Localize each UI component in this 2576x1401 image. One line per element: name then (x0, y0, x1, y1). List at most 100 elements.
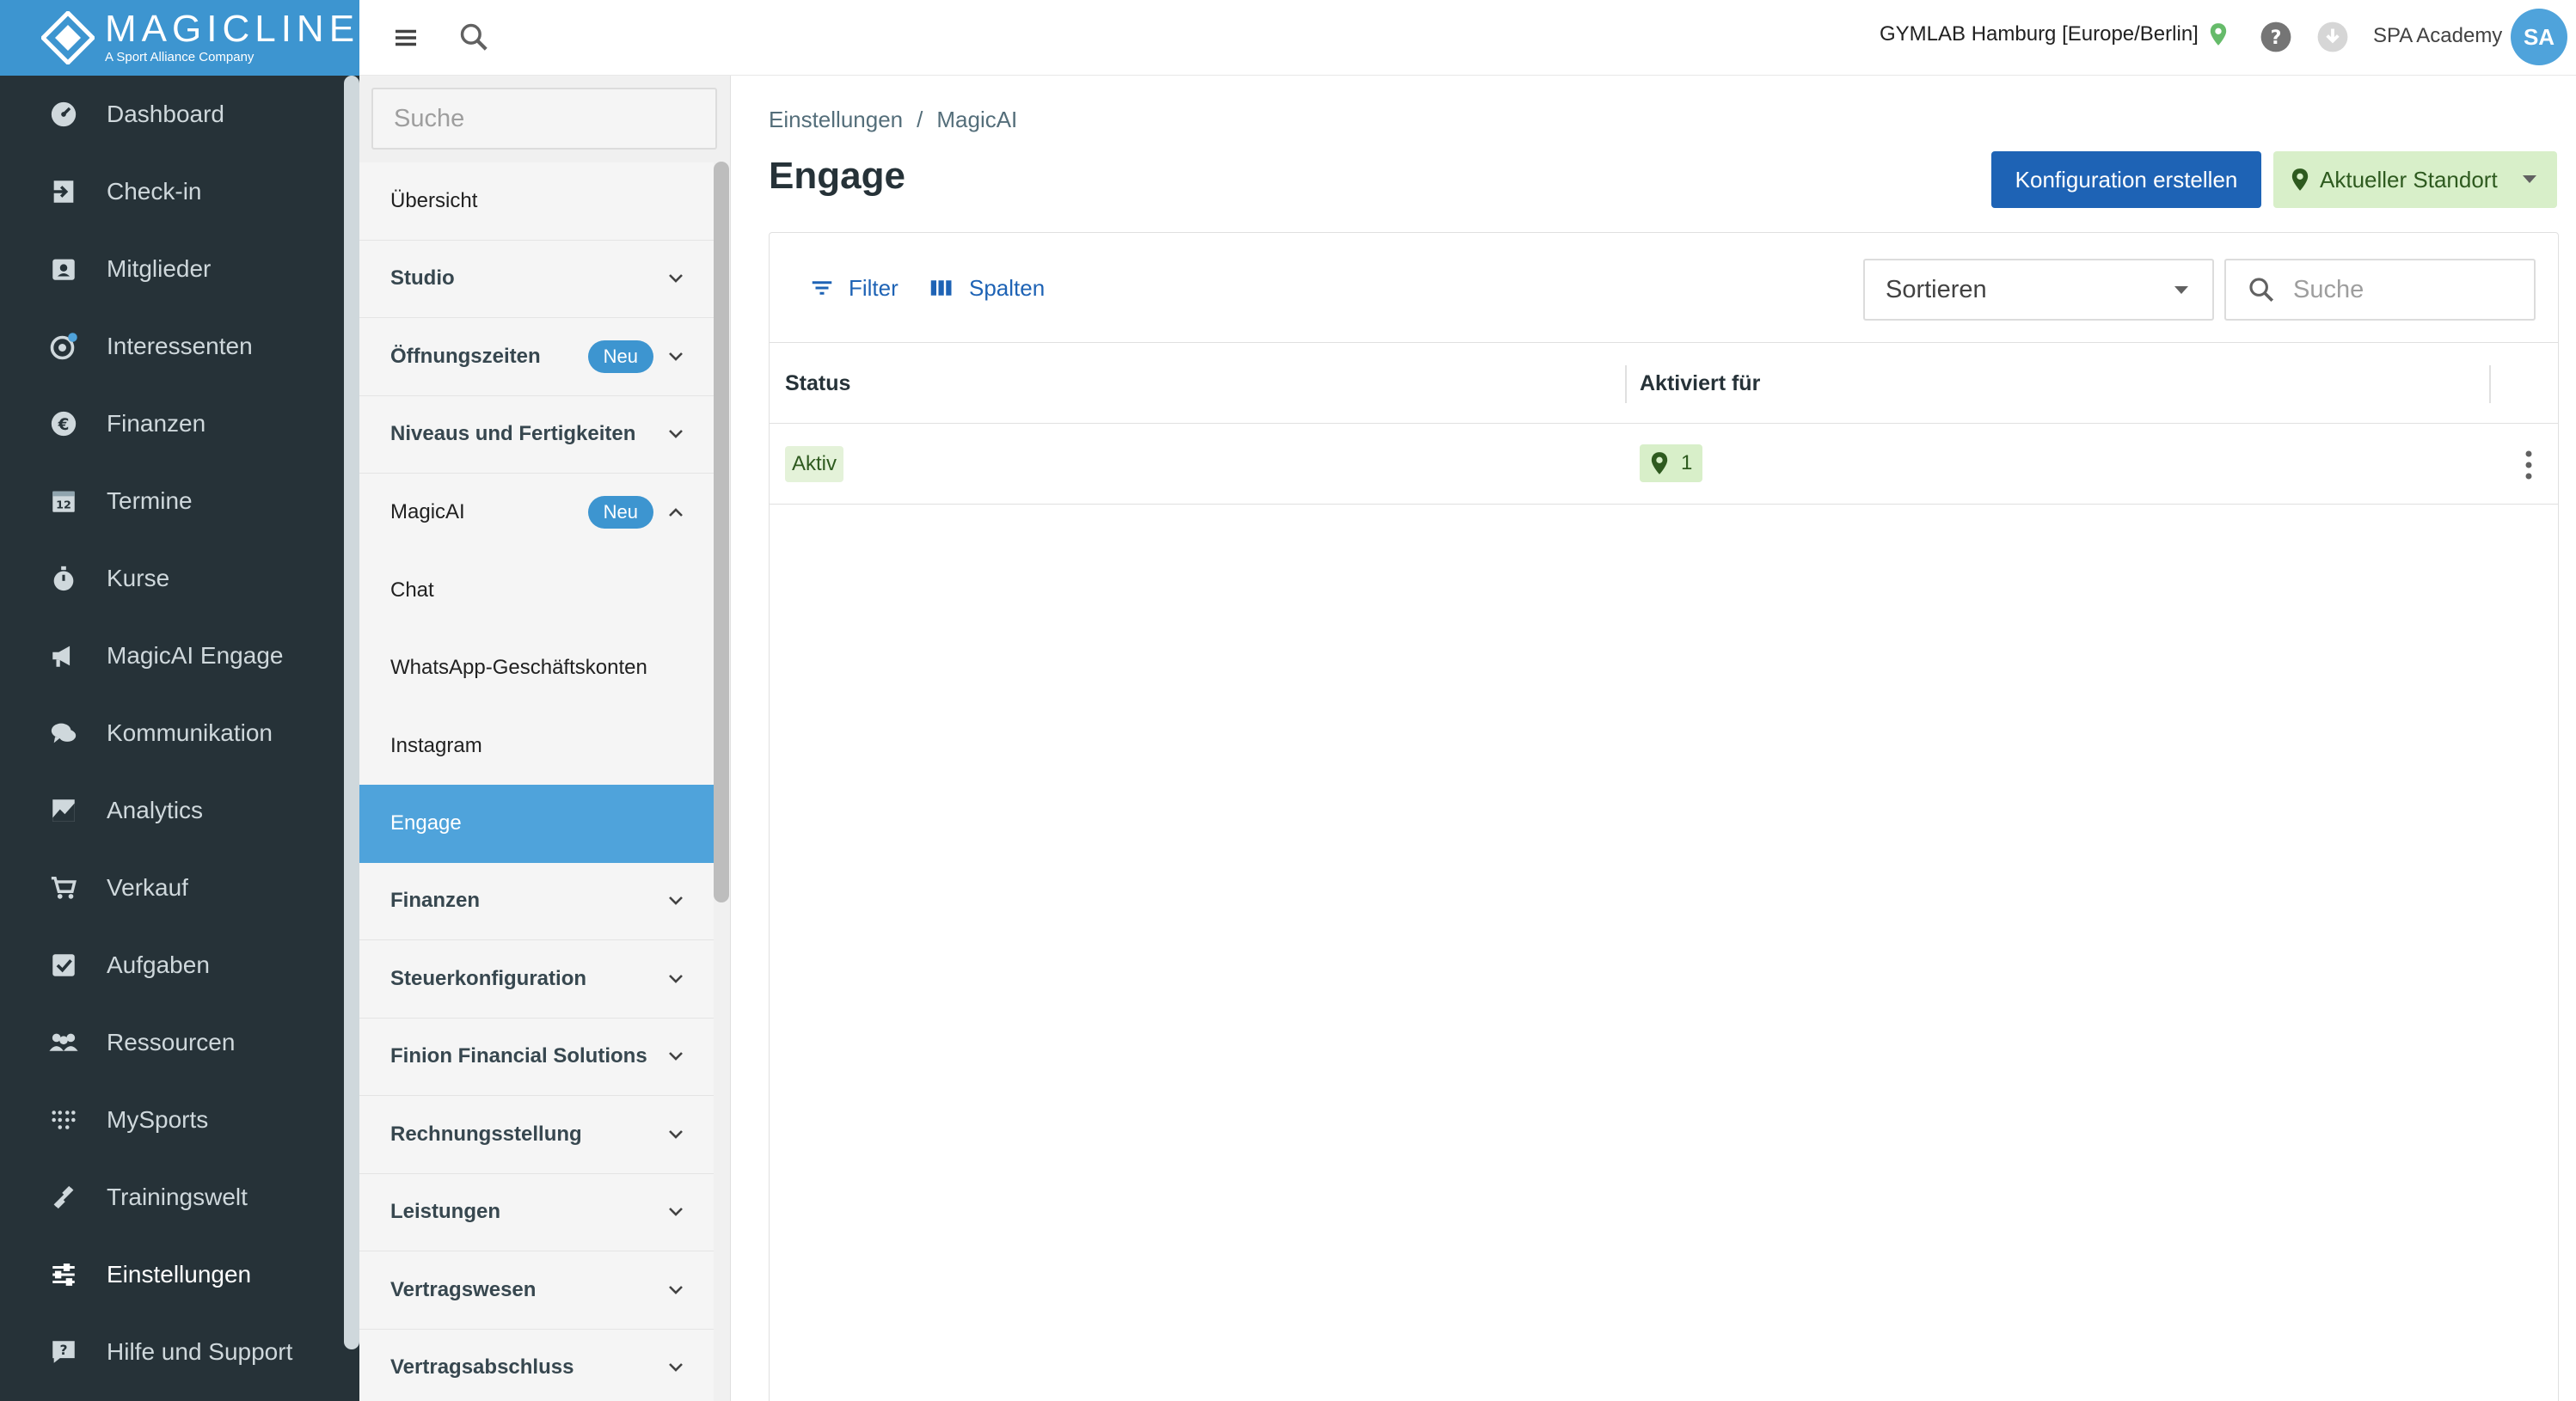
filter-button[interactable]: Filter (809, 269, 899, 307)
subnav-label: Finanzen (390, 889, 481, 913)
dumbbell-icon (48, 1182, 79, 1213)
nav-item-check-in[interactable]: Check-in (0, 153, 344, 230)
nav-list: Dashboard Check-in Mitglieder Interessen… (0, 76, 344, 1391)
sliders-icon (48, 1259, 79, 1290)
nav-item-analytics[interactable]: Analytics (0, 772, 344, 849)
nav-label: Finanzen (107, 410, 206, 437)
new-badge: Neu (587, 496, 653, 529)
nav-item-dashboard[interactable]: Dashboard (0, 76, 344, 153)
breadcrumb-einstellungen[interactable]: Einstellungen (769, 107, 903, 133)
subnav-item-chat[interactable]: Chat (359, 551, 714, 629)
help-icon[interactable]: ? (2260, 21, 2292, 53)
nav-label: Hilfe und Support (107, 1338, 293, 1365)
brand-tagline: A Sport Alliance Company (105, 50, 255, 64)
subnav-label: Engage (390, 811, 462, 835)
nav-scrollbar[interactable] (344, 76, 359, 1349)
columns-button[interactable]: Spalten (928, 269, 1045, 307)
location-label: GYMLAB Hamburg [Europe/Berlin] (1880, 22, 2199, 46)
filter-icon (812, 281, 832, 295)
more-vert-icon[interactable] (2524, 450, 2534, 480)
chevron-down-icon (669, 896, 683, 906)
nav-label: Mitglieder (107, 255, 212, 282)
nav-item-interessenten[interactable]: Interessenten (0, 308, 344, 385)
chat-icon (48, 718, 79, 749)
nav-item-aufgaben[interactable]: Aufgaben (0, 927, 344, 1004)
table-row[interactable]: Aktiv 1 (770, 424, 2558, 505)
chevron-down-icon (669, 974, 683, 983)
subnav-label: Niveaus und Fertigkeiten (390, 422, 636, 446)
nav-label: MySports (107, 1106, 209, 1133)
nav-label: Aufgaben (107, 951, 210, 978)
subnav-item-finion[interactable]: Finion Financial Solutions (359, 1018, 714, 1096)
subnav-label: WhatsApp-Geschäftskonten (390, 656, 647, 680)
stopwatch-icon (48, 563, 79, 594)
subnav-item-niveaus[interactable]: Niveaus und Fertigkeiten (359, 395, 714, 474)
nav-item-termine[interactable]: 12 Termine (0, 462, 344, 540)
nav-item-mitglieder[interactable]: Mitglieder (0, 230, 344, 308)
table-toolbar: Filter Spalten Sortieren Suche (770, 233, 2558, 343)
subnav-item-vertragswesen[interactable]: Vertragswesen (359, 1251, 714, 1330)
location-filter-button[interactable]: Aktueller Standort (2273, 151, 2557, 208)
settings-subnav: Suche Übersicht Studio Öffnungszeiten Ne… (359, 76, 731, 1401)
menu-icon[interactable] (390, 22, 421, 53)
subnav-item-uebersicht[interactable]: Übersicht (359, 162, 714, 241)
subnav-item-rechnungsstellung[interactable]: Rechnungsstellung (359, 1096, 714, 1174)
nav-item-magicai-engage[interactable]: MagicAI Engage (0, 617, 344, 694)
nav-label: Einstellungen (107, 1261, 252, 1288)
search-icon[interactable] (457, 21, 490, 53)
subnav-item-studio[interactable]: Studio (359, 240, 714, 318)
activated-locations-badge: 1 (1640, 444, 1703, 482)
user-name[interactable]: SPA Academy (2373, 24, 2502, 48)
nav-item-einstellungen[interactable]: Einstellungen (0, 1236, 344, 1313)
location-pin-icon (2209, 22, 2228, 46)
nav-item-kurse[interactable]: Kurse (0, 540, 344, 617)
chevron-down-icon (669, 430, 683, 439)
check-in-icon (48, 176, 79, 207)
subnav-item-whatsapp[interactable]: WhatsApp-Geschäftskonten (359, 629, 714, 707)
nav-label: Termine (107, 487, 193, 514)
breadcrumb-magicai[interactable]: MagicAI (936, 107, 1017, 133)
magicline-logo-icon (40, 9, 96, 66)
column-header-status[interactable]: Status (785, 343, 850, 424)
avatar[interactable]: SA (2511, 9, 2567, 65)
chevron-down-icon (669, 1285, 683, 1294)
nav-item-mysports[interactable]: MySports (0, 1081, 344, 1159)
subnav-item-steuerkonfiguration[interactable]: Steuerkonfiguration (359, 940, 714, 1019)
subnav-item-oeffnungszeiten[interactable]: Öffnungszeiten Neu (359, 318, 714, 396)
subnav-search-input[interactable]: Suche (371, 88, 717, 150)
subnav-item-leistungen[interactable]: Leistungen (359, 1173, 714, 1251)
nav-item-finanzen[interactable]: € Finanzen (0, 385, 344, 462)
table-header: Status Aktiviert für (770, 343, 2558, 424)
nav-item-hilfe[interactable]: ? Hilfe und Support (0, 1313, 344, 1391)
create-configuration-button[interactable]: Konfiguration erstellen (1991, 151, 2261, 208)
subnav-label: Instagram (390, 733, 482, 757)
column-divider[interactable] (1625, 365, 1627, 403)
breadcrumb: Einstellungen / MagicAI (769, 107, 1017, 133)
brand-logo[interactable]: MAGICLINE A Sport Alliance Company (0, 0, 359, 76)
subnav-item-engage[interactable]: Engage (359, 785, 714, 863)
column-header-aktiviert-fuer[interactable]: Aktiviert für (1640, 343, 1760, 424)
table-search-input[interactable]: Suche (2224, 259, 2536, 321)
nav-item-kommunikation[interactable]: Kommunikation (0, 694, 344, 772)
subnav-scrollbar[interactable] (714, 162, 729, 902)
nav-label: Analytics (107, 797, 204, 823)
subnav-item-finanzen[interactable]: Finanzen (359, 862, 714, 940)
caret-down-icon (2523, 175, 2536, 184)
subnav-item-magicai[interactable]: MagicAI Neu (359, 474, 714, 552)
column-divider[interactable] (2489, 365, 2491, 403)
chart-icon (48, 795, 79, 826)
nav-label: Dashboard (107, 101, 224, 127)
current-location[interactable]: GYMLAB Hamburg [Europe/Berlin] (1880, 22, 2228, 46)
location-pin-icon (1651, 452, 1668, 474)
nav-item-trainingswelt[interactable]: Trainingswelt (0, 1159, 344, 1236)
nav-label: MagicAI Engage (107, 642, 284, 669)
activated-count: 1 (1681, 451, 1693, 474)
calendar-icon: 12 (48, 486, 79, 517)
subnav-item-vertragsabschluss[interactable]: Vertragsabschluss (359, 1329, 714, 1401)
nav-item-ressourcen[interactable]: Ressourcen (0, 1004, 344, 1081)
nav-item-verkauf[interactable]: Verkauf (0, 849, 344, 927)
top-bar: GYMLAB Hamburg [Europe/Berlin] ? SPA Aca… (359, 0, 2576, 76)
sort-select[interactable]: Sortieren (1863, 259, 2214, 321)
subnav-item-instagram[interactable]: Instagram (359, 707, 714, 785)
download-icon[interactable] (2316, 21, 2349, 53)
